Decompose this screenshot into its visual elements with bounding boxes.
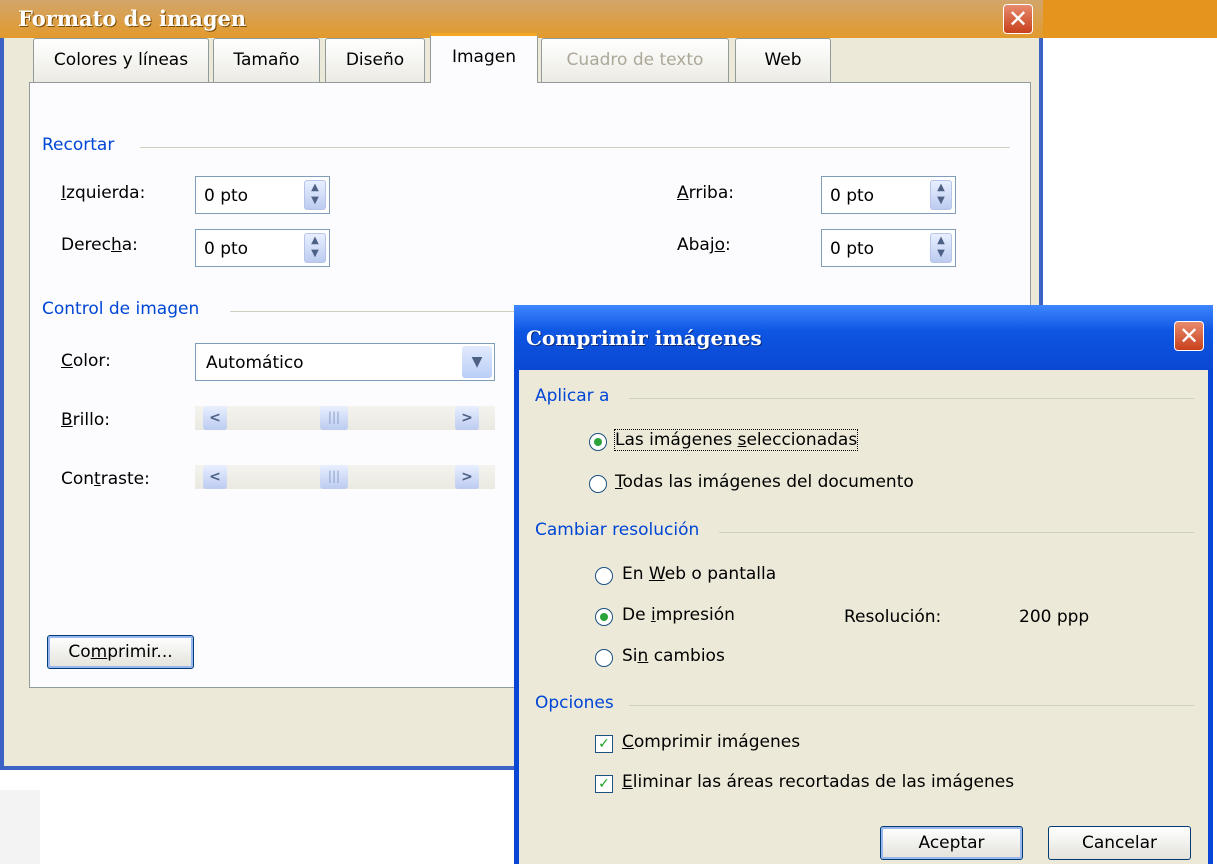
spinner-arrows-icon[interactable]: ▲ ▼ — [930, 233, 952, 263]
radio-print-label[interactable]: De impresión — [622, 605, 735, 625]
close-icon[interactable]: ✕ — [1174, 321, 1204, 351]
radio-web-label[interactable]: En Web o pantalla — [622, 564, 776, 584]
crop-right-value[interactable]: 0 pto — [204, 239, 248, 259]
radio-selected-images-label[interactable]: Las imágenes seleccionadas — [613, 429, 859, 451]
contrast-slider[interactable]: < ||| > — [195, 465, 495, 489]
crop-group-divider — [140, 147, 1010, 148]
arrow-left-icon[interactable]: < — [203, 406, 227, 430]
format-dialog-title: Formato de imagen — [18, 6, 247, 31]
crop-top-label: Arriba: — [677, 183, 734, 203]
crop-right-label: Derecha: — [61, 235, 138, 255]
tab-colores-lineas[interactable]: Colores y líneas — [33, 38, 209, 82]
color-select[interactable]: Automático ▼ — [195, 343, 495, 381]
compress-images-dialog: Comprimir imágenes ✕ Aplicar a Las imáge… — [514, 305, 1213, 864]
tab-tamano[interactable]: Tamaño — [213, 38, 320, 82]
tab-cuadro-texto: Cuadro de texto — [541, 38, 729, 82]
options-divider — [629, 705, 1194, 706]
brightness-slider[interactable]: < ||| > — [195, 406, 495, 430]
checkbox-compress-label[interactable]: Comprimir imágenes — [622, 732, 800, 752]
radio-selected-images[interactable] — [589, 433, 607, 451]
radio-web[interactable] — [595, 567, 613, 585]
radio-print[interactable] — [595, 608, 613, 626]
compress-dialog-title: Comprimir imágenes — [526, 326, 762, 350]
compress-dialog-titlebar[interactable]: Comprimir imágenes ✕ — [514, 305, 1213, 370]
background-area — [0, 790, 40, 864]
resolution-divider — [719, 532, 1194, 533]
compress-dialog-client: Aplicar a Las imágenes seleccionadas Tod… — [519, 370, 1208, 864]
image-control-group-label: Control de imagen — [42, 299, 200, 319]
brightness-label: Brillo: — [61, 410, 110, 430]
contrast-label: Contraste: — [61, 469, 150, 489]
resolution-label: Resolución: — [844, 607, 942, 627]
checkbox-compress[interactable]: ✓ — [595, 735, 613, 753]
spinner-arrows-icon[interactable]: ▲ ▼ — [304, 233, 326, 263]
crop-left-label: Izquierda: — [61, 183, 146, 203]
ok-button[interactable]: Aceptar — [880, 826, 1023, 860]
radio-all-images-label[interactable]: Todas las imágenes del documento — [615, 472, 914, 492]
resolution-group-label: Cambiar resolución — [535, 520, 700, 540]
slider-thumb[interactable]: ||| — [320, 406, 348, 430]
options-group-label: Opciones — [535, 693, 614, 713]
spinner-arrows-icon[interactable]: ▲ ▼ — [930, 180, 952, 210]
crop-bottom-label: Abajo: — [677, 235, 731, 255]
spinner-arrows-icon[interactable]: ▲ ▼ — [304, 180, 326, 210]
color-select-value[interactable]: Automático — [206, 353, 304, 373]
crop-bottom-spinner[interactable]: 0 pto ▲ ▼ — [821, 229, 956, 267]
crop-left-value[interactable]: 0 pto — [204, 186, 248, 206]
slider-thumb[interactable]: ||| — [320, 465, 348, 489]
apply-to-divider — [629, 398, 1194, 399]
radio-no-change[interactable] — [595, 649, 613, 667]
checkbox-delete-cropped[interactable]: ✓ — [595, 775, 613, 793]
crop-bottom-value[interactable]: 0 pto — [830, 239, 874, 259]
crop-group-label: Recortar — [42, 135, 115, 155]
crop-left-spinner[interactable]: 0 pto ▲ ▼ — [195, 176, 330, 214]
background-window-strip — [1040, 0, 1217, 38]
tab-diseno[interactable]: Diseño — [325, 38, 425, 82]
arrow-right-icon[interactable]: > — [455, 465, 479, 489]
crop-top-spinner[interactable]: 0 pto ▲ ▼ — [821, 176, 956, 214]
compress-button[interactable]: Comprimir... — [47, 635, 194, 669]
apply-to-group-label: Aplicar a — [535, 386, 610, 406]
arrow-left-icon[interactable]: < — [203, 465, 227, 489]
arrow-right-icon[interactable]: > — [455, 406, 479, 430]
chevron-down-icon[interactable]: ▼ — [462, 346, 492, 378]
checkbox-delete-cropped-label[interactable]: Eliminar las áreas recortadas de las imá… — [622, 772, 1014, 792]
radio-no-change-label[interactable]: Sin cambios — [622, 646, 725, 666]
radio-all-images[interactable] — [589, 475, 607, 493]
tab-web[interactable]: Web — [735, 38, 831, 82]
tab-imagen[interactable]: Imagen — [430, 33, 538, 83]
color-label: Color: — [61, 351, 111, 371]
crop-top-value[interactable]: 0 pto — [830, 186, 874, 206]
cancel-button[interactable]: Cancelar — [1048, 826, 1191, 860]
resolution-value: 200 ppp — [1019, 607, 1090, 627]
crop-right-spinner[interactable]: 0 pto ▲ ▼ — [195, 229, 330, 267]
close-icon[interactable]: ✕ — [1003, 4, 1033, 34]
